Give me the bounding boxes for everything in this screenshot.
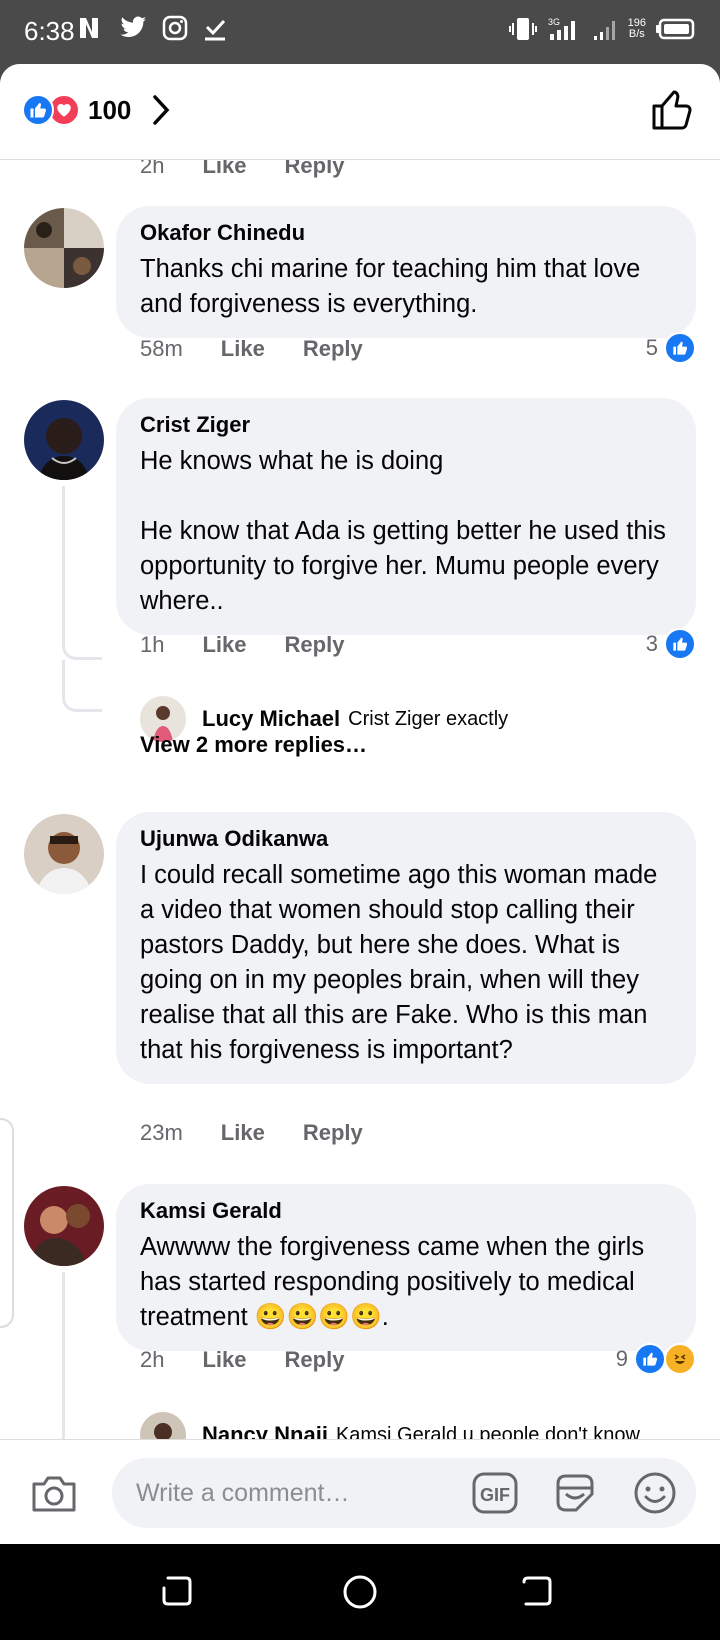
comment-bubble[interactable]: Ujunwa Odikanwa I could recall sometime … xyxy=(116,812,696,1084)
haha-reaction-icon xyxy=(664,1343,696,1375)
comment-input[interactable] xyxy=(136,1472,436,1514)
notification-icons xyxy=(76,14,228,42)
comment-text: Awwww the forgiveness came when the girl… xyxy=(140,1233,652,1331)
thread-connector xyxy=(62,660,102,712)
comment-text: Thanks chi marine for teaching him that … xyxy=(140,255,648,318)
comment-author[interactable]: Crist Ziger xyxy=(140,412,672,438)
comment-input-container[interactable]: GIF xyxy=(112,1458,696,1528)
signal-3g-icon: 3G xyxy=(548,17,575,40)
reply-author[interactable]: Lucy Michael xyxy=(202,706,340,732)
like-reaction-icon xyxy=(664,332,696,364)
back-icon[interactable] xyxy=(520,1574,554,1608)
signal-bars-icon xyxy=(593,21,615,40)
reply-comment-button[interactable]: Reply xyxy=(285,160,345,179)
comment-meta: 58m Like Reply xyxy=(140,336,363,362)
comment-composer: GIF xyxy=(0,1439,720,1544)
comment-bubble[interactable]: Kamsi Gerald Awwww the forgiveness came … xyxy=(116,1184,696,1351)
battery-icon xyxy=(656,18,695,40)
twitter-icon xyxy=(120,16,146,37)
vibrate-icon xyxy=(508,18,537,40)
camera-button[interactable] xyxy=(30,1474,78,1514)
status-time: 6:38 xyxy=(24,16,75,46)
avatar[interactable] xyxy=(24,400,104,480)
sticker-icon[interactable] xyxy=(552,1470,598,1516)
thread-connector xyxy=(62,600,102,660)
comment-author[interactable]: Ujunwa Odikanwa xyxy=(140,826,672,852)
comment-meta: 1h Like Reply xyxy=(140,632,345,658)
recent-apps-icon[interactable] xyxy=(160,1574,194,1608)
comment-bubble[interactable]: Crist Ziger He knows what he is doing He… xyxy=(116,398,696,635)
comment-text: He knows what he is doing He know that A… xyxy=(140,447,666,615)
reactions-header: 100 xyxy=(0,64,720,160)
view-more-replies-link[interactable]: View 2 more replies… xyxy=(140,732,367,758)
status-bar: 6:38 3G 196 B/s xyxy=(0,0,720,64)
gif-button[interactable]: GIF xyxy=(472,1472,518,1519)
comment-reaction-count[interactable]: 5 xyxy=(646,332,696,364)
reply-comment-button[interactable]: Reply xyxy=(303,336,363,362)
thread-line xyxy=(62,486,65,606)
comment-meta: 2h Like Reply xyxy=(140,160,382,179)
like-reaction-icon xyxy=(634,1343,666,1375)
side-drawer-handle[interactable] xyxy=(0,1118,14,1328)
reply-comment-button[interactable]: Reply xyxy=(285,1347,345,1373)
reply-comment-button[interactable]: Reply xyxy=(303,1120,363,1146)
reaction-count: 100 xyxy=(88,94,132,125)
comment-author[interactable]: Kamsi Gerald xyxy=(140,1198,672,1224)
reply-text: Crist Ziger exactly xyxy=(348,707,509,730)
like-comment-button[interactable]: Like xyxy=(221,1120,265,1146)
comment-author[interactable]: Okafor Chinedu xyxy=(140,220,672,246)
reaction-summary[interactable]: 100 xyxy=(22,94,171,126)
network-speed: 196 B/s xyxy=(627,17,646,40)
like-comment-button[interactable]: Like xyxy=(202,632,246,658)
comment-meta: 2h Like Reply xyxy=(140,1347,345,1373)
avatar[interactable] xyxy=(24,208,104,288)
netflix-icon xyxy=(80,18,98,38)
home-icon[interactable] xyxy=(342,1574,378,1610)
chevron-right-icon xyxy=(153,95,170,125)
comment-bubble[interactable]: Okafor Chinedu Thanks chi marine for tea… xyxy=(116,206,696,338)
like-comment-button[interactable]: Like xyxy=(202,1347,246,1373)
reply-comment-button[interactable]: Reply xyxy=(285,632,345,658)
like-post-button[interactable] xyxy=(650,88,694,132)
comment-text: I could recall sometime ago this woman m… xyxy=(140,861,665,1064)
comment-meta: 23m Like Reply xyxy=(140,1120,363,1146)
comments-list[interactable]: 2h Like Reply Okafor Chinedu Thanks chi … xyxy=(0,160,720,1503)
emoji-icon[interactable] xyxy=(632,1470,678,1516)
svg-text:3G: 3G xyxy=(548,17,560,27)
comment-reaction-count[interactable]: 9 xyxy=(616,1343,696,1375)
like-comment-button[interactable]: Like xyxy=(221,336,265,362)
system-icons: 3G 196 B/s xyxy=(508,16,696,42)
comments-sheet: 100 2h Like Reply Okafor Chinedu Thanks … xyxy=(0,64,720,1544)
like-reaction-icon xyxy=(664,628,696,660)
instagram-icon xyxy=(162,15,188,41)
gif-label: GIF xyxy=(480,1485,510,1505)
system-nav-bar xyxy=(0,1544,720,1640)
like-reaction-icon xyxy=(22,94,54,126)
avatar[interactable] xyxy=(24,1186,104,1266)
like-comment-button[interactable]: Like xyxy=(202,160,246,179)
avatar[interactable] xyxy=(24,814,104,894)
download-done-icon xyxy=(205,19,226,41)
comment-reaction-count[interactable]: 3 xyxy=(646,628,696,660)
